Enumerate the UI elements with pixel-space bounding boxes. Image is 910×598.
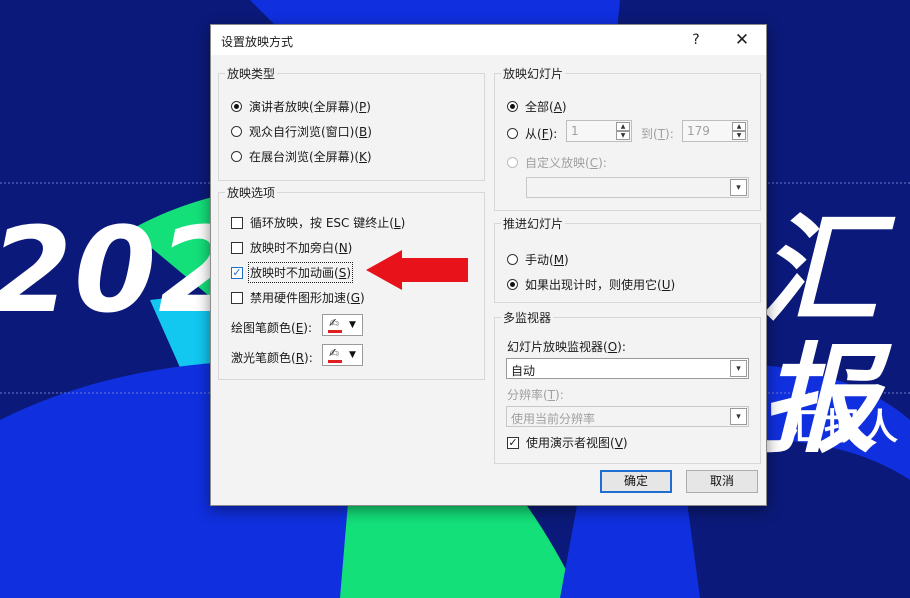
dropdown-arrow-icon: ▼ [349,320,356,330]
radio-presenter-dot[interactable] [231,101,242,112]
dialog-title: 设置放映方式 [221,35,294,49]
radio-presenter-label: 演讲者放映(全屏幕)( [249,100,360,114]
checkbox-no-animation-label: 放映时不加动画( [250,266,339,280]
checkbox-disable-hw-accel-label: 禁用硬件图形加速( [250,291,351,305]
radio-window-label: 观众自行浏览(窗口)( [249,125,360,139]
laser-color-button[interactable]: ✍ ▼ [322,344,363,366]
slide-year-text: 202 [0,201,243,339]
radio-from-slide[interactable]: 从(F): [507,125,557,142]
checkbox-loop[interactable]: 循环放映，按 ESC 键终止(L) [231,214,405,231]
radio-custom-show[interactable]: 自定义放映(C): [507,154,607,171]
multiple-monitors-group: 多监视器 幻灯片放映监视器(O): 自动 ▾ 分辨率(T): 使用当前分辨率 ▾… [494,309,761,464]
paint-bucket-icon: ✍ [329,346,340,360]
to-slide-value: 179 [687,124,710,138]
spin-up-icon[interactable]: ▲ [732,122,746,131]
help-button[interactable]: ? [681,29,711,51]
to-slide-label: 到(T): [641,126,674,142]
radio-window-key: B [359,124,368,139]
checkbox-loop-box[interactable] [231,216,243,229]
from-slide-value: 1 [571,124,579,138]
radio-presenter[interactable]: 演讲者放映(全屏幕)(P) [231,98,371,115]
cancel-button[interactable]: 取消 [686,470,758,493]
radio-manual-dot[interactable] [507,254,518,265]
from-slide-spinner[interactable]: 1 ▲ ▼ [566,120,632,142]
checkbox-no-narration[interactable]: 放映时不加旁白(N) [231,239,352,256]
radio-from-slide-dot[interactable] [507,128,518,139]
spin-down-icon[interactable]: ▼ [732,131,746,140]
radio-window[interactable]: 观众自行浏览(窗口)(B) [231,123,372,140]
checkbox-loop-key: L [393,215,401,230]
radio-use-timings-dot[interactable] [507,279,518,290]
ok-button[interactable]: 确定 [600,470,672,493]
radio-kiosk-key: K [359,149,367,164]
slide-reporter-text: 汇报人 [786,407,901,448]
radio-presenter-key: P [359,99,367,114]
radio-all-slides-dot[interactable] [507,101,518,112]
resolution-select[interactable]: 使用当前分辨率 ▾ [506,406,749,427]
laser-color-swatch [328,360,342,363]
checkbox-presenter-view[interactable]: 使用演示者视图(V) [507,434,628,451]
red-arrow-icon [366,250,468,290]
checkbox-disable-hw-accel-key: G [350,290,360,305]
dialog-titlebar: 设置放映方式 ? ✕ [211,25,766,55]
pen-color-label: 绘图笔颜色(E): [231,320,313,336]
checkbox-no-animation[interactable]: 放映时不加动画(S) [231,262,353,283]
checkbox-no-animation-box[interactable] [231,266,243,279]
custom-show-select[interactable]: ▾ [526,177,749,198]
pen-color-button[interactable]: ✍ ▼ [322,314,363,336]
laser-color-label: 激光笔颜色(R): [231,350,313,366]
radio-custom-show-dot[interactable] [507,157,518,168]
radio-kiosk[interactable]: 在展台浏览(全屏幕)(K) [231,148,372,165]
chevron-down-icon[interactable]: ▾ [730,179,747,196]
radio-manual[interactable]: 手动(M) [507,251,569,268]
dropdown-arrow-icon: ▼ [349,350,356,360]
radio-all-slides[interactable]: 全部(A) [507,98,567,115]
checkbox-no-narration-label: 放映时不加旁白( [250,241,339,255]
pen-color-swatch [328,330,342,333]
spin-up-icon[interactable]: ▲ [616,122,630,131]
multiple-monitors-title: 多监视器 [501,309,554,326]
to-slide-spinner[interactable]: 179 ▲ ▼ [682,120,748,142]
show-slides-group: 放映幻灯片 全部(A) 从(F): 1 ▲ ▼ 到(T): 179 ▲ ▼ 自定… [494,65,761,211]
show-options-title: 放映选项 [225,184,278,201]
paint-bucket-icon: ✍ [329,316,340,330]
slideshow-settings-dialog: 设置放映方式 ? ✕ 放映类型 演讲者放映(全屏幕)(P) 观众自行浏览(窗口)… [210,24,767,506]
checkbox-disable-hw-accel[interactable]: 禁用硬件图形加速(G) [231,289,365,306]
checkbox-no-narration-key: N [338,240,348,255]
checkbox-presenter-view-box[interactable] [507,436,519,449]
monitor-label: 幻灯片放映监视器(O): [507,339,626,355]
chevron-down-icon[interactable]: ▾ [730,408,747,425]
monitor-select[interactable]: 自动 ▾ [506,358,749,379]
monitor-select-value: 自动 [511,364,536,378]
show-slides-title: 放映幻灯片 [501,65,566,82]
checkbox-no-narration-box[interactable] [231,241,243,254]
spin-down-icon[interactable]: ▼ [616,131,630,140]
radio-kiosk-dot[interactable] [231,151,242,162]
radio-kiosk-label: 在展台浏览(全屏幕)( [249,150,360,164]
checkbox-disable-hw-accel-box[interactable] [231,291,243,304]
show-type-group: 放映类型 演讲者放映(全屏幕)(P) 观众自行浏览(窗口)(B) 在展台浏览(全… [218,65,485,181]
show-type-title: 放映类型 [225,65,278,82]
resolution-label: 分辨率(T): [507,387,564,403]
advance-slides-group: 推进幻灯片 手动(M) 如果出现计时，则使用它(U) [494,215,761,303]
close-button[interactable]: ✕ [727,29,757,51]
checkbox-loop-label: 循环放映，按 ESC 键终止( [250,216,394,230]
radio-use-timings[interactable]: 如果出现计时，则使用它(U) [507,276,675,293]
resolution-select-value: 使用当前分辨率 [511,412,596,426]
radio-window-dot[interactable] [231,126,242,137]
advance-slides-title: 推进幻灯片 [501,215,566,232]
chevron-down-icon[interactable]: ▾ [730,360,747,377]
